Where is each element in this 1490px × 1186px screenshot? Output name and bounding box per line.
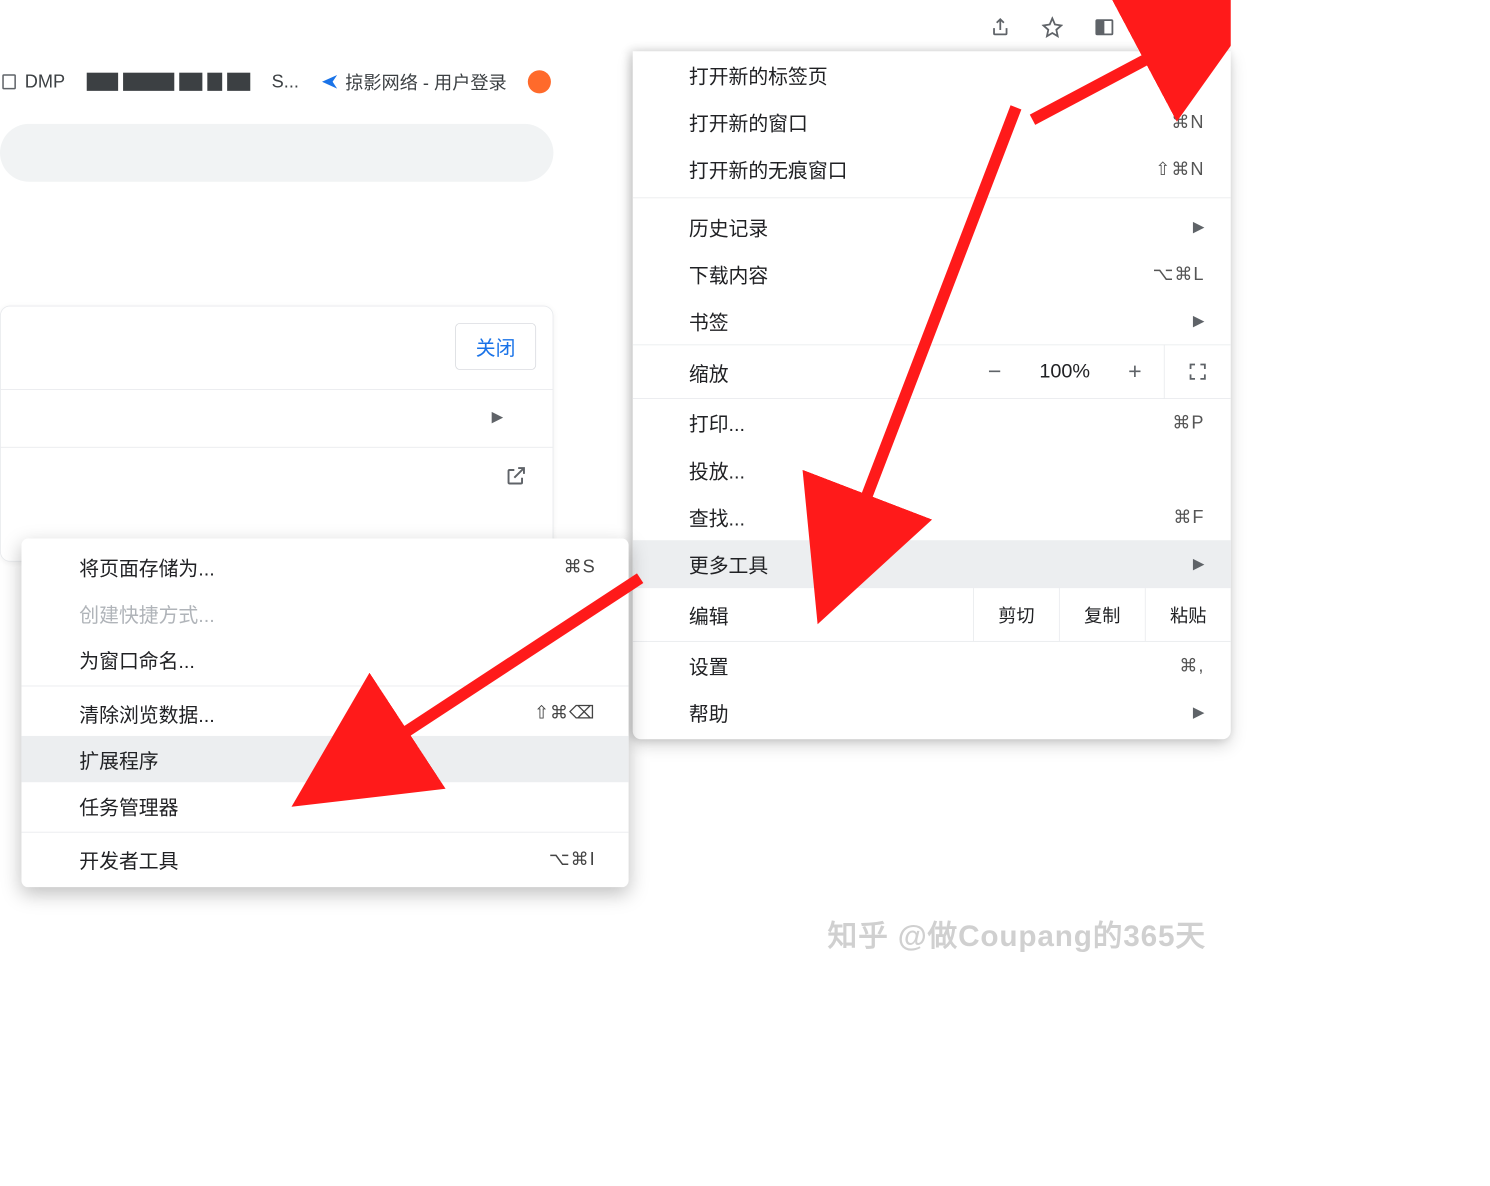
bookmark-label: S... — [272, 71, 299, 92]
menu-new-tab[interactable]: 打开新的标签页 ⌘T — [633, 51, 1231, 98]
menu-label: 编辑 — [689, 600, 973, 629]
menu-shortcut: ⌘S — [564, 556, 596, 577]
menu-label: 将页面存储为... — [79, 552, 563, 581]
chevron-right-icon: ▶ — [1193, 218, 1204, 235]
star-icon[interactable] — [1033, 8, 1070, 45]
sub-extensions[interactable]: 扩展程序 — [21, 736, 628, 782]
menu-incognito[interactable]: 打开新的无痕窗口 ⇧⌘N — [633, 145, 1231, 192]
menu-edit: 编辑 剪切 复制 粘贴 — [633, 587, 1231, 642]
menu-separator — [633, 197, 1231, 198]
fullscreen-button[interactable] — [1165, 361, 1231, 382]
menu-new-window[interactable]: 打开新的窗口 ⌘N — [633, 98, 1231, 145]
menu-label: 任务管理器 — [79, 791, 595, 820]
menu-label: 创建快捷方式... — [79, 598, 595, 627]
menu-shortcut: ⇧⌘N — [1155, 158, 1204, 179]
browser-toolbar: P — [0, 0, 1231, 54]
menu-label: 查找... — [689, 502, 1173, 531]
menu-settings[interactable]: 设置 ⌘, — [633, 642, 1231, 689]
sub-name-window[interactable]: 为窗口命名... — [21, 636, 628, 682]
bookmark-orange[interactable] — [528, 70, 551, 93]
menu-print[interactable]: 打印... ⌘P — [633, 399, 1231, 446]
edit-paste[interactable]: 粘贴 — [1145, 588, 1231, 641]
menu-label: 书签 — [689, 306, 1193, 335]
chevron-right-icon: ▶ — [1193, 312, 1204, 329]
menu-bookmarks[interactable]: 书签 ▶ — [633, 297, 1231, 344]
menu-separator — [21, 686, 628, 687]
sub-developer-tools[interactable]: 开发者工具 ⌥⌘I — [21, 836, 628, 882]
menu-shortcut: ⌥⌘I — [549, 848, 596, 869]
sub-create-shortcut: 创建快捷方式... — [21, 590, 628, 636]
edit-copy[interactable]: 复制 — [1059, 588, 1145, 641]
bookmark-dmp[interactable]: DMP — [0, 71, 65, 92]
chat-icon — [528, 70, 551, 93]
menu-more-tools[interactable]: 更多工具 ▶ — [633, 540, 1231, 587]
menu-cast[interactable]: 投放... — [633, 446, 1231, 493]
chevron-right-icon: ▶ — [1193, 704, 1204, 721]
menu-history[interactable]: 历史记录 ▶ — [633, 203, 1231, 250]
side-panel-icon[interactable] — [1085, 8, 1122, 45]
menu-label: 打开新的标签页 — [689, 60, 1173, 89]
menu-shortcut: ⌘P — [1172, 412, 1204, 433]
bookmark-lyw[interactable]: 掠影网络 - 用户登录 — [320, 69, 506, 95]
sub-clear-browsing-data[interactable]: 清除浏览数据... ⇧⌘⌫ — [21, 690, 628, 736]
zoom-out-button[interactable]: − — [966, 358, 1024, 384]
menu-separator — [21, 832, 628, 833]
menu-label: 投放... — [689, 455, 1204, 484]
menu-label: 打开新的窗口 — [689, 107, 1171, 136]
edit-cut[interactable]: 剪切 — [973, 588, 1059, 641]
bookmark-label: DMP — [25, 71, 65, 92]
zoom-value: 100% — [1023, 360, 1106, 383]
bookmark-redacted[interactable] — [87, 73, 251, 91]
menu-downloads[interactable]: 下载内容 ⌥⌘L — [633, 250, 1231, 297]
close-button[interactable]: 关闭 — [455, 323, 536, 370]
zoom-in-button[interactable]: + — [1106, 358, 1164, 384]
menu-label: 帮助 — [689, 698, 1193, 727]
menu-label: 历史记录 — [689, 212, 1193, 241]
menu-label: 开发者工具 — [79, 845, 549, 874]
share-icon[interactable] — [981, 8, 1018, 45]
kebab-menu-icon[interactable] — [1185, 8, 1222, 45]
menu-shortcut: ⌘F — [1173, 506, 1204, 527]
menu-shortcut: ⌥⌘L — [1153, 263, 1205, 284]
more-tools-submenu: 将页面存储为... ⌘S 创建快捷方式... 为窗口命名... 清除浏览数据..… — [21, 539, 628, 888]
menu-label: 更多工具 — [689, 549, 1193, 578]
menu-shortcut: ⌘N — [1171, 111, 1204, 132]
menu-zoom: 缩放 − 100% + — [633, 344, 1231, 399]
menu-label: 下载内容 — [689, 259, 1153, 288]
menu-label: 扩展程序 — [79, 745, 595, 774]
external-link-icon — [505, 464, 528, 491]
chevron-right-icon: ▶ — [1193, 555, 1204, 572]
dialog-row[interactable]: ▶ — [1, 389, 553, 447]
menu-label: 缩放 — [689, 357, 966, 386]
chevron-right-icon: ▶ — [492, 408, 503, 425]
dialog-row[interactable] — [1, 447, 553, 521]
menu-label: 设置 — [689, 651, 1180, 680]
bookmarks-bar: DMP S... 掠影网络 - 用户登录 — [0, 61, 586, 102]
sub-task-manager[interactable]: 任务管理器 — [21, 782, 628, 828]
page-icon — [0, 73, 18, 91]
watermark-text: 知乎 @做Coupang的365天 — [828, 912, 1206, 955]
menu-label: 打开新的无痕窗口 — [689, 154, 1155, 183]
menu-shortcut: ⌘, — [1179, 655, 1204, 676]
menu-find[interactable]: 查找... ⌘F — [633, 493, 1231, 540]
menu-shortcut: ⌘T — [1173, 64, 1204, 85]
menu-label: 为窗口命名... — [79, 645, 595, 674]
profile-avatar[interactable]: P — [1137, 10, 1170, 43]
menu-shortcut: ⇧⌘⌫ — [534, 702, 596, 723]
sub-save-page-as[interactable]: 将页面存储为... ⌘S — [21, 544, 628, 590]
plane-icon — [320, 73, 338, 91]
menu-label: 打印... — [689, 408, 1172, 437]
bookmark-truncated[interactable]: S... — [272, 71, 299, 92]
menu-help[interactable]: 帮助 ▶ — [633, 689, 1231, 736]
chrome-main-menu: 打开新的标签页 ⌘T 打开新的窗口 ⌘N 打开新的无痕窗口 ⇧⌘N 历史记录 ▶… — [633, 51, 1231, 739]
search-input[interactable] — [0, 124, 553, 182]
menu-label: 清除浏览数据... — [79, 698, 534, 727]
bookmark-label: 掠影网络 - 用户登录 — [345, 69, 507, 95]
background-dialog: 关闭 ▶ — [0, 306, 553, 562]
